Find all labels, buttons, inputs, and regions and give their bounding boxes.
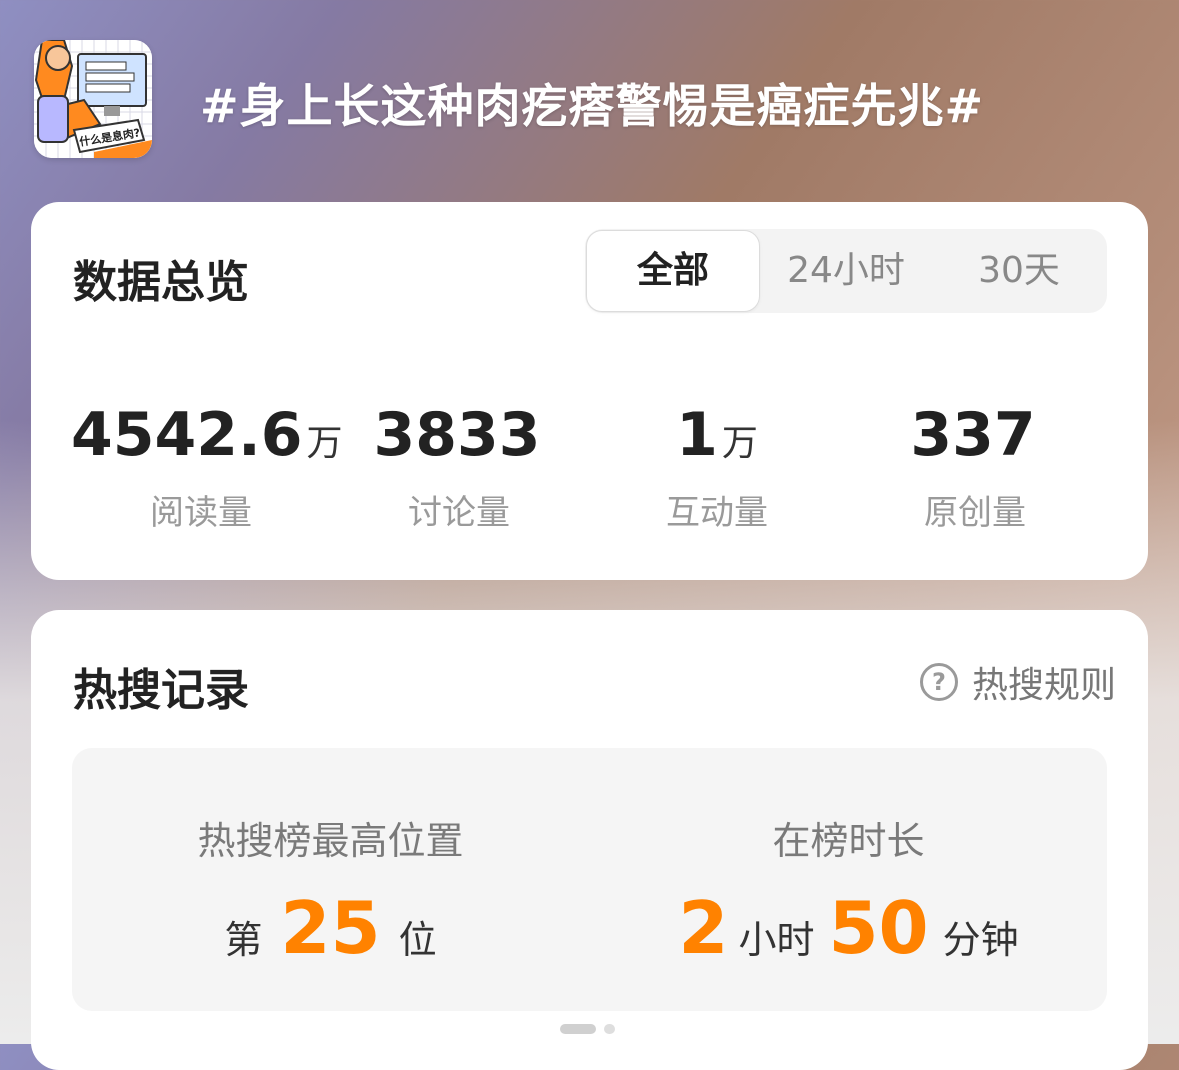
peak-prefix: 第: [224, 918, 263, 962]
hot-search-rules-link[interactable]: ? 热搜规则: [919, 656, 1116, 708]
peak-rank-label: 热搜榜最高位置: [197, 819, 464, 863]
stat-discussions: 3833 讨论量: [329, 400, 589, 534]
overview-card: 数据总览 全部 24小时 30天 4542.6 万 阅读量 3833 讨论量 1万…: [31, 202, 1148, 580]
topic-thumbnail[interactable]: 什么是息肉?: [34, 40, 152, 158]
topic-title: #身上长这种肉疙瘩警惕是癌症先兆#: [200, 79, 985, 133]
peak-rank-value: 25: [280, 886, 381, 970]
stat-value: 1: [676, 400, 718, 470]
stat-label: 阅读量: [150, 493, 252, 533]
duration-minutes-unit: 分钟: [942, 918, 1019, 962]
tab-all[interactable]: 全部: [586, 230, 760, 312]
duration-hours: 2: [678, 886, 729, 970]
overview-title: 数据总览: [73, 257, 249, 308]
on-list-duration: 在榜时长 2 小时 50 分钟: [590, 748, 1107, 1011]
peak-suffix: 位: [398, 918, 437, 962]
stat-label: 讨论量: [408, 493, 510, 533]
topic-header: 什么是息肉? #身上长这种肉疙瘩警惕是癌症先兆#: [0, 0, 1179, 200]
page-dot-active[interactable]: [560, 1024, 596, 1034]
tab-30d[interactable]: 30天: [931, 229, 1107, 313]
question-circle-icon: ?: [919, 663, 958, 701]
hot-search-title: 热搜记录: [73, 665, 249, 716]
stat-value: 3833: [373, 400, 541, 470]
stat-label: 互动量: [666, 493, 768, 533]
stat-value: 337: [910, 400, 1036, 470]
stat-interactions: 1万 互动量: [587, 400, 847, 534]
hot-search-card: 热搜记录 ? 热搜规则 热搜榜最高位置 第 25 位 在榜时长 2 小时 50 …: [31, 610, 1148, 1070]
stat-originals: 337 原创量: [845, 400, 1105, 534]
duration-minutes: 50: [828, 886, 929, 970]
tab-24h[interactable]: 24小时: [761, 229, 931, 313]
hot-search-summary: 热搜榜最高位置 第 25 位 在榜时长 2 小时 50 分钟: [72, 748, 1107, 1011]
duration-hours-unit: 小时: [738, 918, 815, 962]
duration-label: 在榜时长: [772, 819, 925, 863]
stat-reads: 4542.6 万 阅读量: [71, 400, 343, 534]
stat-label: 原创量: [924, 493, 1026, 533]
stat-value: 4542.6: [71, 400, 303, 470]
page-dot[interactable]: [604, 1024, 615, 1034]
page-indicator: [560, 1024, 623, 1034]
topic-cover-illustration-icon: 什么是息肉?: [34, 40, 152, 158]
stat-unit: 万: [721, 423, 758, 464]
rules-label: 热搜规则: [971, 665, 1116, 706]
time-range-tabs: 全部 24小时 30天: [585, 229, 1107, 313]
peak-rank: 热搜榜最高位置 第 25 位: [72, 748, 589, 1011]
